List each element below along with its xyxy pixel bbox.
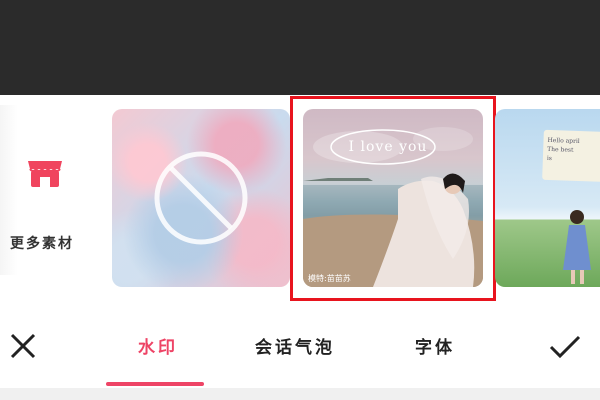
- more-materials-button[interactable]: 更多素材: [0, 95, 100, 303]
- close-icon[interactable]: [8, 331, 38, 361]
- tab-chat-bubble[interactable]: 会话气泡: [245, 333, 345, 363]
- none-icon: [154, 151, 248, 245]
- selected-highlight-frame: [290, 96, 496, 301]
- material-strip[interactable]: 更多素材 I love you 模特:苗苗苏 Hello april The b…: [0, 95, 600, 303]
- active-tab-indicator: [106, 382, 204, 386]
- note-line: is: [546, 154, 553, 163]
- bottom-toolbar: 水印 会话气泡 字体: [0, 303, 600, 388]
- no-watermark-option[interactable]: [112, 109, 290, 287]
- more-materials-label: 更多素材: [10, 236, 74, 252]
- note-card: Hello april The best is: [542, 129, 600, 183]
- top-preview-area: [0, 0, 600, 95]
- tab-watermark[interactable]: 水印: [118, 333, 198, 363]
- tab-font[interactable]: 字体: [400, 333, 470, 363]
- check-icon[interactable]: [548, 333, 582, 361]
- girl-illustration: [563, 210, 591, 284]
- store-icon: [28, 161, 62, 187]
- watermark-option-note[interactable]: Hello april The best is: [495, 109, 600, 287]
- bottom-edge: [0, 388, 600, 400]
